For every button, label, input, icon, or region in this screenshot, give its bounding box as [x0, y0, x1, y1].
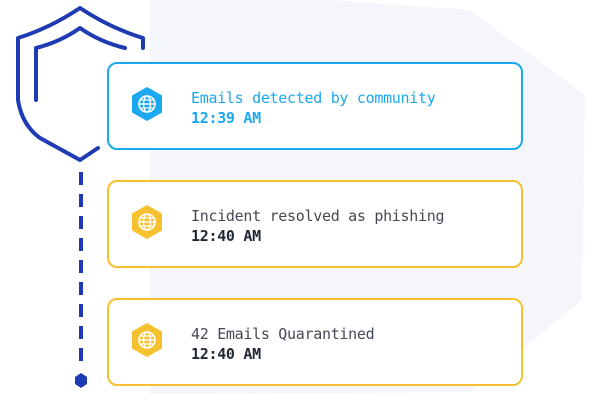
event-title: Incident resolved as phishing — [191, 207, 445, 225]
event-time: 12:39 AM — [191, 109, 261, 127]
event-time: 12:40 AM — [191, 227, 261, 245]
timeline-card-resolved: Incident resolved as phishing 12:40 AM — [107, 180, 523, 268]
timeline-card-detected: Emails detected by community 12:39 AM — [107, 62, 523, 150]
event-title: 42 Emails Quarantined — [191, 325, 375, 343]
globe-icon — [132, 205, 162, 239]
timeline-end-marker — [75, 373, 87, 388]
globe-icon — [132, 323, 162, 357]
event-title: Emails detected by community — [191, 89, 436, 107]
globe-icon — [132, 87, 162, 121]
timeline-card-quarantined: 42 Emails Quarantined 12:40 AM — [107, 298, 523, 386]
security-timeline-illustration: Emails detected by community 12:39 AM In… — [0, 0, 592, 394]
event-time: 12:40 AM — [191, 345, 261, 363]
